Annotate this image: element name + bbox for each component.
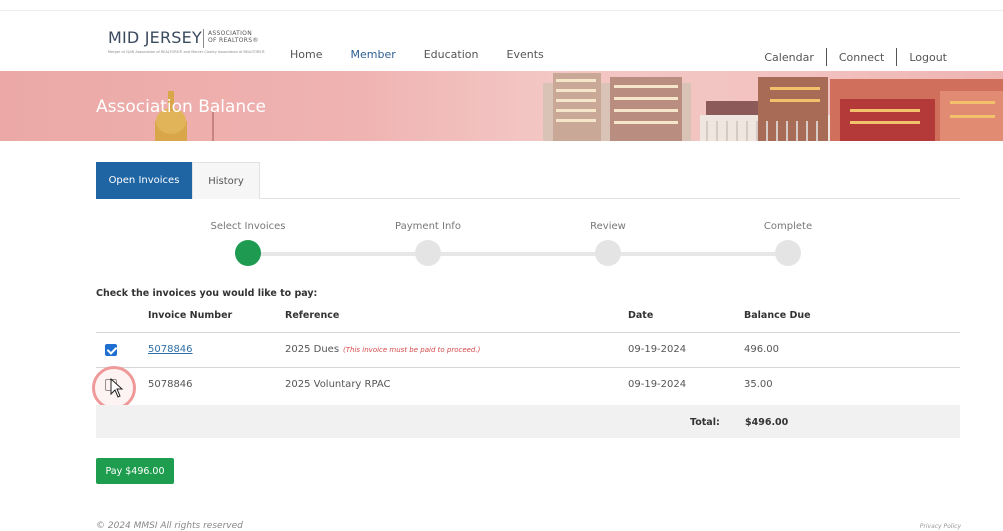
page-title: Association Balance <box>96 97 266 117</box>
step-label-complete: Complete <box>763 221 813 232</box>
invoice-number-cell: 5078846 <box>148 344 193 355</box>
step-dot-payment-info <box>415 240 441 266</box>
logo-main-text: MID JERSEY <box>108 28 202 47</box>
stepper-track <box>248 252 788 256</box>
instructions-text: Check the invoices you would like to pay… <box>96 288 318 299</box>
date-cell: 09-19-2024 <box>628 379 687 390</box>
page-banner: Association Balance <box>0 71 1003 141</box>
privacy-policy-link[interactable]: Privacy Policy <box>920 523 961 530</box>
total-label: Total: <box>690 417 720 428</box>
tab-open-invoices[interactable]: Open Invoices <box>96 162 192 199</box>
table-row: 5078846 2025 Dues (This invoice must be p… <box>96 333 960 367</box>
invoice-tabs: Open Invoices History <box>96 162 960 199</box>
pay-button[interactable]: Pay $496.00 <box>96 458 174 484</box>
reference-text: 2025 Dues <box>285 344 340 355</box>
required-note: (This invoice must be paid to proceed.) <box>343 346 481 354</box>
utility-nav: Calendar Connect Logout <box>764 48 947 66</box>
logo-association-text: ASSOCIATION OF REALTORS® <box>208 30 259 44</box>
main-nav: Home Member Education Events <box>290 48 572 61</box>
nav-events[interactable]: Events <box>507 48 544 61</box>
invoice-number-link[interactable]: 5078846 <box>148 344 193 355</box>
logo-separator <box>203 29 204 48</box>
col-header-balance-due: Balance Due <box>744 310 811 321</box>
logo-assoc-line1: ASSOCIATION <box>208 30 252 37</box>
reference-cell: 2025 Dues (This invoice must be paid to p… <box>285 344 480 355</box>
logo-tagline: Merger of CJAR Association of REALTORS® … <box>108 50 266 54</box>
total-row: Total: $496.00 <box>96 405 960 438</box>
balance-cell: 35.00 <box>744 379 773 390</box>
step-dot-complete <box>775 240 801 266</box>
nav-education[interactable]: Education <box>424 48 479 61</box>
top-divider <box>0 10 1003 11</box>
step-label-payment-info: Payment Info <box>395 221 461 232</box>
table-row: 5078846 2025 Voluntary RPAC 09-19-2024 3… <box>96 368 960 402</box>
tab-history[interactable]: History <box>192 162 260 199</box>
nav-separator <box>825 48 827 66</box>
mouse-pointer-icon <box>110 378 124 398</box>
balance-cell: 496.00 <box>744 344 779 355</box>
nav-separator <box>896 48 898 66</box>
logo-assoc-line2: OF REALTORS® <box>208 37 259 44</box>
total-value: $496.00 <box>745 417 789 428</box>
col-header-invoice-number: Invoice Number <box>148 310 233 321</box>
col-header-date: Date <box>628 310 654 321</box>
nav-logout[interactable]: Logout <box>909 51 947 64</box>
invoice-number-cell: 5078846 <box>148 379 193 390</box>
invoice-checkbox[interactable] <box>105 344 117 356</box>
step-dot-select-invoices <box>235 240 261 266</box>
reference-cell: 2025 Voluntary RPAC <box>285 379 391 390</box>
col-header-reference: Reference <box>285 310 340 321</box>
nav-home[interactable]: Home <box>290 48 322 61</box>
copyright-text: © 2024 MMSI All rights reserved <box>96 521 243 531</box>
date-cell: 09-19-2024 <box>628 344 687 355</box>
nav-calendar[interactable]: Calendar <box>764 51 813 64</box>
step-dot-review <box>595 240 621 266</box>
nav-member[interactable]: Member <box>350 48 395 61</box>
nav-connect[interactable]: Connect <box>839 51 884 64</box>
step-label-review: Review <box>590 221 626 232</box>
step-label-select-invoices: Select Invoices <box>210 221 286 232</box>
